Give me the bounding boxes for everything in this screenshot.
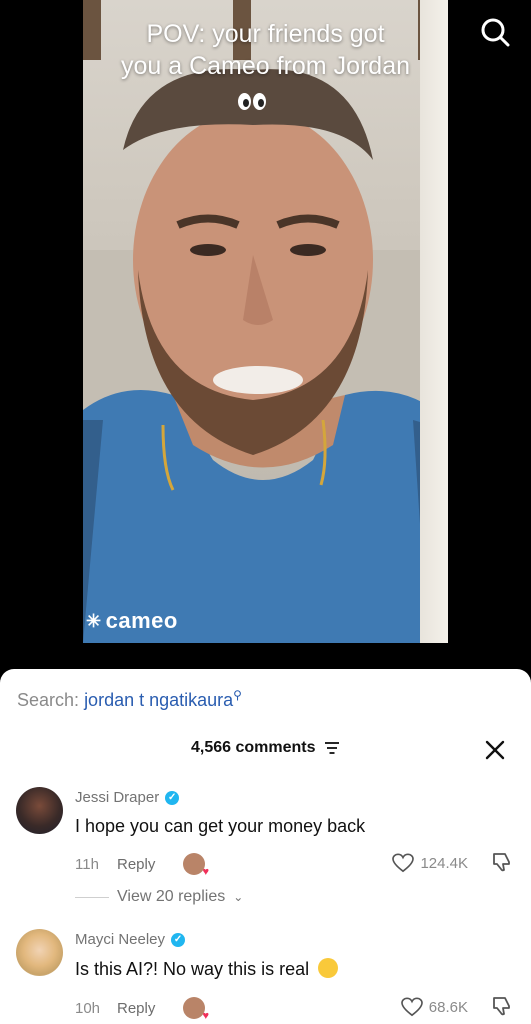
filter-icon[interactable] xyxy=(324,741,340,755)
search-suggestion[interactable]: Search: jordan t ngatikaura⚲ xyxy=(17,688,242,711)
view-replies-label: View 20 replies xyxy=(117,888,226,905)
comment-time: 10h xyxy=(75,999,101,1017)
avatar[interactable] xyxy=(16,929,63,976)
view-replies-button[interactable]: View 20 replies ⌄ xyxy=(75,888,243,906)
caption-line-1: POV: your friends got xyxy=(146,20,385,48)
video-caption-overlay: POV: your friends got you a Cameo from J… xyxy=(0,18,531,82)
caption-line-2: you a Cameo from Jordan xyxy=(120,52,411,80)
window-light xyxy=(420,0,448,643)
heart-icon xyxy=(400,997,423,1017)
tiktok-video-page: ✳ cameo POV: your friends got you a Came… xyxy=(0,0,531,1024)
search-icon[interactable] xyxy=(479,16,511,48)
reply-button[interactable]: Reply xyxy=(117,1000,183,1017)
comments-count: 4,566 comments xyxy=(191,739,316,756)
comment-author[interactable]: Mayci Neeley ✓ xyxy=(75,931,186,948)
heart-icon xyxy=(392,853,415,873)
comment-time: 11h xyxy=(75,855,99,873)
comment-author[interactable]: Jessi Draper ✓ xyxy=(75,789,180,806)
divider xyxy=(75,896,109,898)
comments-header: 4,566 comments xyxy=(0,739,531,757)
like-button[interactable]: 68.6K xyxy=(400,997,468,1017)
like-count: 68.6K xyxy=(428,998,468,1016)
author-name: Jessi Draper xyxy=(75,789,160,806)
comment-text: Is this AI?! No way this is real xyxy=(75,958,339,980)
watermark-text: cameo xyxy=(105,608,178,633)
verified-icon: ✓ xyxy=(171,932,186,947)
comment-text-body: Is this AI?! No way this is real xyxy=(75,959,310,979)
cameo-watermark: ✳ cameo xyxy=(86,608,178,634)
eyes-emoji-icon xyxy=(238,93,268,113)
verified-icon: ✓ xyxy=(165,790,180,805)
search-small-icon: ⚲ xyxy=(233,688,242,702)
reply-button[interactable]: Reply xyxy=(117,856,183,873)
chevron-down-icon: ⌄ xyxy=(233,890,244,904)
search-term-link[interactable]: jordan t ngatikaura xyxy=(84,690,233,710)
close-icon[interactable] xyxy=(485,740,505,760)
dislike-icon[interactable] xyxy=(491,851,513,873)
laughing-emoji-icon xyxy=(318,958,339,978)
sparkle-icon: ✳ xyxy=(86,610,102,631)
author-name: Mayci Neeley xyxy=(75,931,166,948)
search-label: Search: xyxy=(17,690,80,710)
comment-meta: 11h Reply xyxy=(75,853,209,878)
creator-liked-icon xyxy=(183,853,209,878)
like-count: 124.4K xyxy=(420,854,468,872)
like-button[interactable]: 124.4K xyxy=(392,853,468,873)
comments-sheet: Search: jordan t ngatikaura⚲ 4,566 comme… xyxy=(0,669,531,1024)
comment-meta: 10h Reply xyxy=(75,997,209,1022)
dislike-icon[interactable] xyxy=(491,995,513,1017)
creator-liked-icon xyxy=(183,997,209,1022)
avatar[interactable] xyxy=(16,787,63,834)
comment-text: I hope you can get your money back xyxy=(75,816,366,836)
